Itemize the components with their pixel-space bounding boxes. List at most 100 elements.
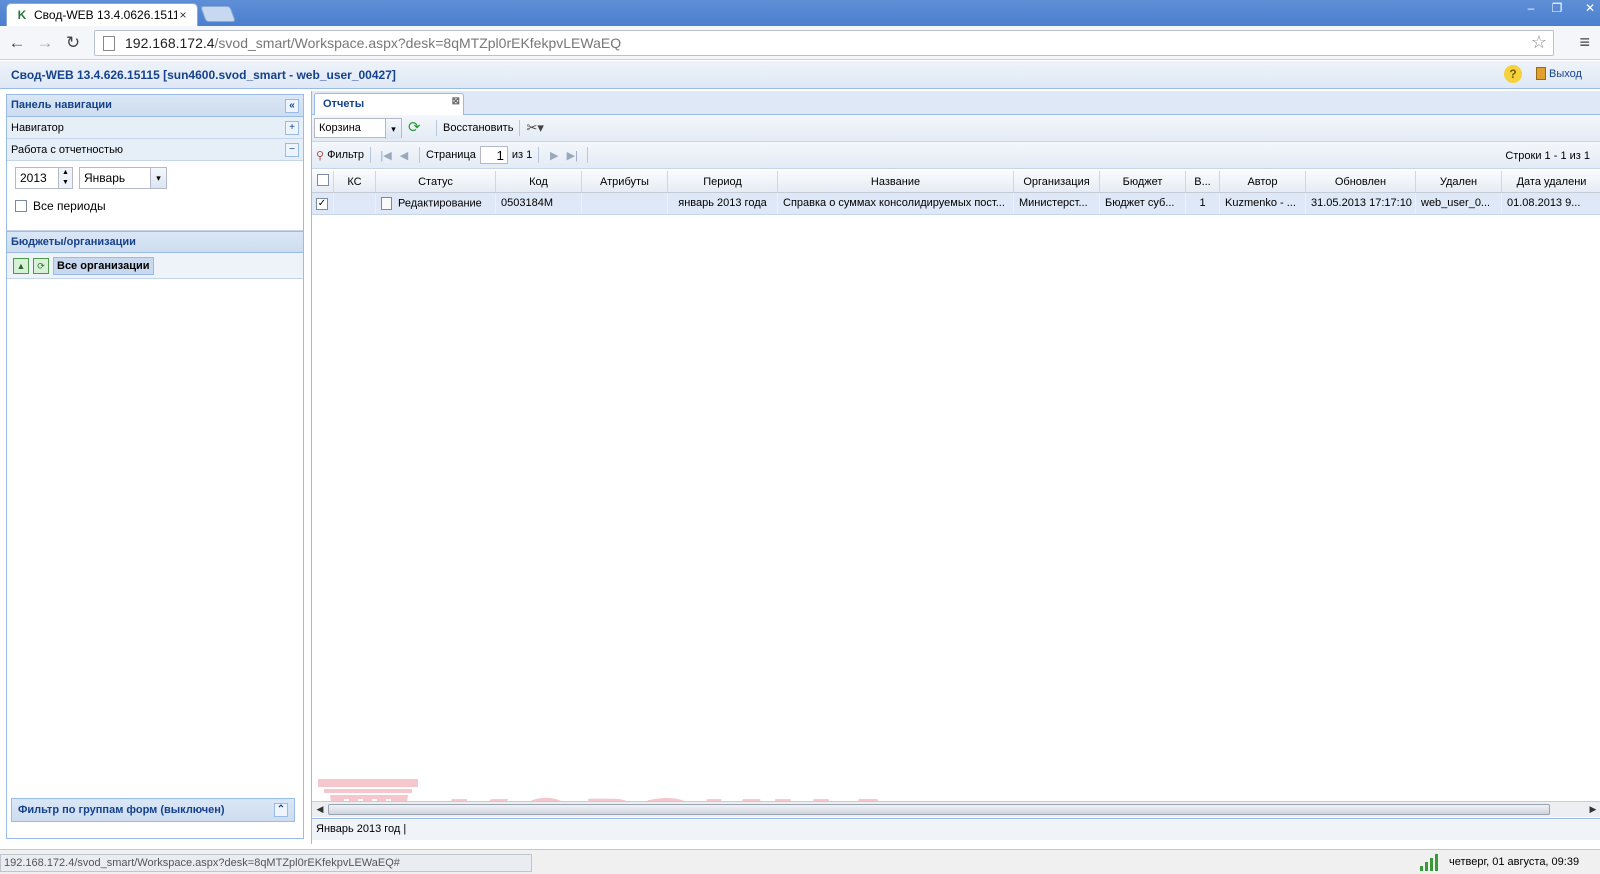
document-icon (381, 197, 392, 210)
prev-page-icon[interactable]: ◀ (395, 149, 413, 162)
period-selector: 2013 ▲ ▼ Январь ▾ Все периоды (7, 161, 303, 231)
orgs-toolbar: ▲ ⟳ Все организации (7, 253, 303, 279)
address-bar[interactable]: 192.168.172.4/svod_smart/Workspace.aspx?… (94, 30, 1554, 56)
row-checkbox[interactable]: ✓ (312, 193, 334, 214)
col-header-deleted-by[interactable]: Удален (1416, 171, 1502, 192)
close-tab-reports-icon[interactable]: ⊠ (452, 96, 460, 107)
exit-button[interactable]: Выход (1536, 67, 1582, 80)
col-header-period[interactable]: Период (668, 171, 778, 192)
restore-button[interactable]: Восстановить (443, 122, 513, 134)
col-header-author[interactable]: Автор (1220, 171, 1306, 192)
browser-tab-title: Свод-WEB 13.4.0626.15115 (34, 8, 177, 22)
tab-reports-label: Отчеты (323, 98, 365, 110)
filter-icon[interactable]: ⚲ (316, 149, 324, 162)
system-clock: четверг, 01 августа, 09:39 (1449, 856, 1580, 868)
all-orgs-button[interactable]: Все организации (53, 256, 154, 275)
scroll-right-icon[interactable]: ▶ (1587, 804, 1599, 815)
trash-watermark: КОРЗИНА (318, 779, 894, 801)
tab-reports[interactable]: Отчеты ⊠ (314, 93, 464, 115)
reports-grid: КС Статус Код Атрибуты Период Название О… (312, 171, 1600, 801)
org-tree-up-icon[interactable]: ▲ (13, 257, 29, 274)
horizontal-scrollbar[interactable]: ◀ ▶ (312, 801, 1600, 817)
col-header-ks[interactable]: КС (334, 171, 376, 192)
col-header-updated[interactable]: Обновлен (1306, 171, 1416, 192)
refresh-icon[interactable]: ⟳ (408, 120, 424, 136)
watermark-text: КОРЗИНА (444, 784, 894, 801)
view-select-value: Корзина (319, 122, 361, 134)
table-row[interactable]: ✓ Редактирование 0503184M январь 2013 го… (312, 193, 1600, 215)
close-window-icon[interactable]: ✕ (1570, 0, 1600, 18)
cell-org: Министерст... (1014, 193, 1100, 214)
forward-icon[interactable]: → (34, 32, 56, 54)
back-icon[interactable]: ← (6, 32, 28, 54)
status-url: 192.168.172.4/svod_smart/Workspace.aspx?… (0, 854, 532, 872)
col-header-attributes[interactable]: Атрибуты (582, 171, 668, 192)
page-label: Страница (426, 149, 476, 161)
close-tab-icon[interactable]: × (177, 8, 189, 22)
checkbox-box[interactable]: ✓ (316, 198, 328, 210)
col-header-name[interactable]: Название (778, 171, 1014, 192)
scroll-thumb[interactable] (328, 804, 1550, 815)
expand-navigator-icon[interactable]: + (285, 121, 299, 135)
cell-name: Справка о суммах консолидируемых пост... (778, 193, 1014, 214)
view-select[interactable]: Корзина ▾ (314, 118, 402, 139)
collapse-reporting-icon[interactable]: − (285, 143, 299, 157)
help-icon[interactable]: ? (1504, 65, 1522, 83)
cell-updated: 31.05.2013 17:17:10 (1306, 193, 1416, 214)
exit-label: Выход (1549, 67, 1582, 80)
toolbar-separator (538, 147, 540, 163)
checkbox-box[interactable] (316, 174, 329, 186)
org-tree-refresh-icon[interactable]: ⟳ (33, 257, 49, 274)
all-periods-checkbox[interactable]: Все периоды (15, 199, 106, 213)
next-page-icon[interactable]: ▶ (545, 149, 563, 162)
all-periods-label: Все периоды (33, 199, 106, 213)
toolbar-separator (419, 147, 421, 163)
month-select[interactable]: Январь ▾ (79, 167, 167, 189)
filter-button[interactable]: Фильтр (327, 149, 364, 161)
chevron-down-icon[interactable]: ▾ (385, 119, 401, 139)
checkbox-box[interactable] (15, 200, 27, 212)
month-value: Январь (84, 171, 126, 185)
form-filter-bar[interactable]: Фильтр по группам форм (выключен) ⌃ (11, 798, 295, 822)
network-signal-icon (1420, 853, 1440, 871)
col-header-budget[interactable]: Бюджет (1100, 171, 1186, 192)
paging-toolbar: ⚲ Фильтр |◀ ◀ Страница из 1 ▶ ▶| Строки … (312, 142, 1600, 169)
browser-tab[interactable]: K Свод-WEB 13.4.0626.15115 × (6, 3, 198, 26)
navigation-panel: Панель навигации « Навигатор + Работа с … (6, 94, 304, 839)
col-header-status[interactable]: Статус (376, 171, 496, 192)
page-number-input[interactable] (479, 146, 508, 164)
col-header-org[interactable]: Организация (1014, 171, 1100, 192)
browser-status-bar: 192.168.172.4/svod_smart/Workspace.aspx?… (0, 849, 1600, 874)
reload-icon[interactable]: ↻ (62, 32, 84, 54)
last-page-icon[interactable]: ▶| (563, 149, 581, 162)
col-header-version[interactable]: В... (1186, 171, 1220, 192)
navigator-section[interactable]: Навигатор + (7, 117, 303, 139)
reports-panel: Отчеты ⊠ Корзина ▾ ⟳ Восстановить ✂▾ ⚲ Ф… (311, 91, 1600, 844)
first-page-icon[interactable]: |◀ (377, 149, 395, 162)
reporting-section[interactable]: Работа с отчетностью − (7, 139, 303, 161)
cell-attributes (582, 193, 668, 214)
scroll-left-icon[interactable]: ◀ (314, 804, 326, 815)
chevron-up-icon[interactable]: ⌃ (274, 803, 288, 817)
app-title: Свод-WEB 13.4.626.15115 [sun4600.svod_sm… (11, 68, 396, 82)
new-tab-button[interactable] (200, 6, 236, 22)
maximize-icon[interactable]: ❐ (1544, 0, 1570, 18)
year-stepper[interactable]: 2013 ▲ ▼ (15, 167, 73, 189)
chevron-down-icon[interactable]: ▾ (150, 168, 166, 188)
rows-info: Строки 1 - 1 из 1 (1505, 150, 1590, 162)
doc-tabstrip: Отчеты ⊠ (312, 91, 1600, 115)
tools-menu-icon[interactable]: ✂▾ (526, 120, 543, 136)
year-spin-icon[interactable]: ▲ ▼ (58, 168, 72, 188)
bookmark-star-icon[interactable]: ☆ (1531, 32, 1547, 53)
orgs-header: Бюджеты/организации (7, 231, 303, 253)
browser-menu-icon[interactable]: ≡ (1579, 32, 1590, 53)
col-header-code[interactable]: Код (496, 171, 582, 192)
collapse-panel-icon[interactable]: « (285, 99, 299, 113)
select-all-checkbox[interactable] (312, 171, 334, 192)
page-icon (103, 35, 115, 51)
window-controls: – ❐ ✕ (1518, 0, 1600, 18)
col-header-deleted-date[interactable]: Дата удалени (1502, 171, 1600, 192)
toolbar-separator (519, 120, 521, 136)
reporting-label: Работа с отчетностью (11, 144, 124, 156)
minimize-icon[interactable]: – (1518, 0, 1544, 18)
